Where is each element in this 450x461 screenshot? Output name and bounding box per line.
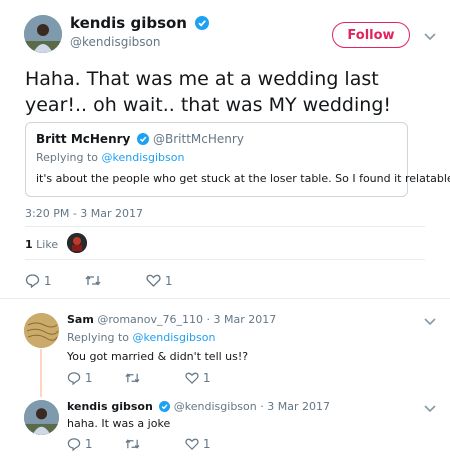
quoted-text: it's about the people who get stuck at t… xyxy=(36,172,450,185)
like-action[interactable]: 1 xyxy=(185,371,210,385)
reply-header: Sam @romanov_76_110 · 3 Mar 2017 xyxy=(67,313,276,326)
reply-date[interactable]: · 3 Mar 2017 xyxy=(206,313,276,326)
thread-line xyxy=(40,349,42,397)
divider xyxy=(0,298,450,299)
chevron-down-icon[interactable] xyxy=(423,404,437,414)
tweet-text: Haha. That was me at a wedding last year… xyxy=(25,68,391,116)
reply-avatar-kendis[interactable] xyxy=(24,400,59,435)
like-count: 1 xyxy=(202,371,211,385)
reply-author-name[interactable]: kendis gibson xyxy=(67,400,153,413)
replying-handle-link[interactable]: @kendisgibson xyxy=(133,331,216,344)
likes-label: Like xyxy=(36,238,59,251)
chevron-down-icon[interactable] xyxy=(423,317,437,327)
retweet-action[interactable] xyxy=(84,273,102,288)
author-handle[interactable]: @kendisgibson xyxy=(70,35,160,49)
reply-icon xyxy=(67,438,81,452)
tweet-timestamp[interactable]: 3:20 PM - 3 Mar 2017 xyxy=(25,207,143,220)
quoted-replying-to: Replying to @kendisgibson xyxy=(36,151,184,164)
like-count: 1 xyxy=(202,437,211,451)
liker-avatar[interactable] xyxy=(67,233,87,253)
verified-badge-icon xyxy=(159,401,171,412)
verified-badge-icon xyxy=(137,133,150,145)
author-name[interactable]: kendis gibson xyxy=(70,14,210,32)
reply-action[interactable]: 1 xyxy=(25,273,52,289)
reply-icon xyxy=(67,372,81,386)
like-action[interactable]: 1 xyxy=(185,437,210,451)
reply-author-handle[interactable]: @romanov_76_110 xyxy=(97,313,203,326)
reply-text: haha. It was a joke xyxy=(67,417,171,430)
reply-header: kendis gibson @kendisgibson · 3 Mar 2017 xyxy=(67,400,330,413)
replying-handle-link[interactable]: @kendisgibson xyxy=(102,151,185,164)
heart-icon xyxy=(185,438,199,450)
author-avatar[interactable] xyxy=(24,15,62,53)
replying-prefix: Replying to xyxy=(67,331,133,344)
retweet-action[interactable] xyxy=(124,437,141,451)
chevron-down-icon[interactable] xyxy=(423,32,437,42)
reply-action[interactable]: 1 xyxy=(67,437,93,452)
reply-count: 1 xyxy=(43,274,52,288)
retweet-icon xyxy=(85,275,101,286)
quoted-author-handle: @BrittMcHenry xyxy=(153,132,244,146)
quoted-author: Britt McHenry @BrittMcHenry xyxy=(36,132,244,146)
like-action[interactable]: 1 xyxy=(146,273,172,288)
reply-author-handle[interactable]: @kendisgibson xyxy=(174,400,257,413)
reply-author-name[interactable]: Sam xyxy=(67,313,94,326)
heart-icon xyxy=(185,372,199,384)
reply-text: You got married & didn't tell us!? xyxy=(67,350,249,363)
likes-count: 1 xyxy=(25,238,33,251)
divider xyxy=(25,226,425,227)
retweet-action[interactable] xyxy=(124,371,141,385)
reply-action[interactable]: 1 xyxy=(67,371,93,386)
retweet-icon xyxy=(125,439,140,449)
heart-icon xyxy=(146,274,161,287)
retweet-icon xyxy=(125,373,140,383)
verified-badge-icon xyxy=(195,16,210,30)
divider xyxy=(25,259,425,260)
reply-count: 1 xyxy=(84,371,93,385)
reply-count: 1 xyxy=(84,437,93,451)
reply-avatar-sam[interactable] xyxy=(24,313,59,348)
quoted-tweet[interactable]: Britt McHenry @BrittMcHenry Replying to … xyxy=(25,122,450,197)
like-count: 1 xyxy=(164,274,173,288)
reply-replying-to: Replying to @kendisgibson xyxy=(67,331,215,344)
replying-prefix: Replying to xyxy=(36,151,102,164)
reply-icon xyxy=(25,274,40,289)
likes-summary[interactable]: 1 Like xyxy=(25,238,58,251)
reply-date[interactable]: · 3 Mar 2017 xyxy=(260,400,330,413)
quoted-author-name: Britt McHenry xyxy=(36,132,131,146)
author-name-text[interactable]: kendis gibson xyxy=(70,14,187,32)
follow-button[interactable]: Follow xyxy=(332,22,410,48)
